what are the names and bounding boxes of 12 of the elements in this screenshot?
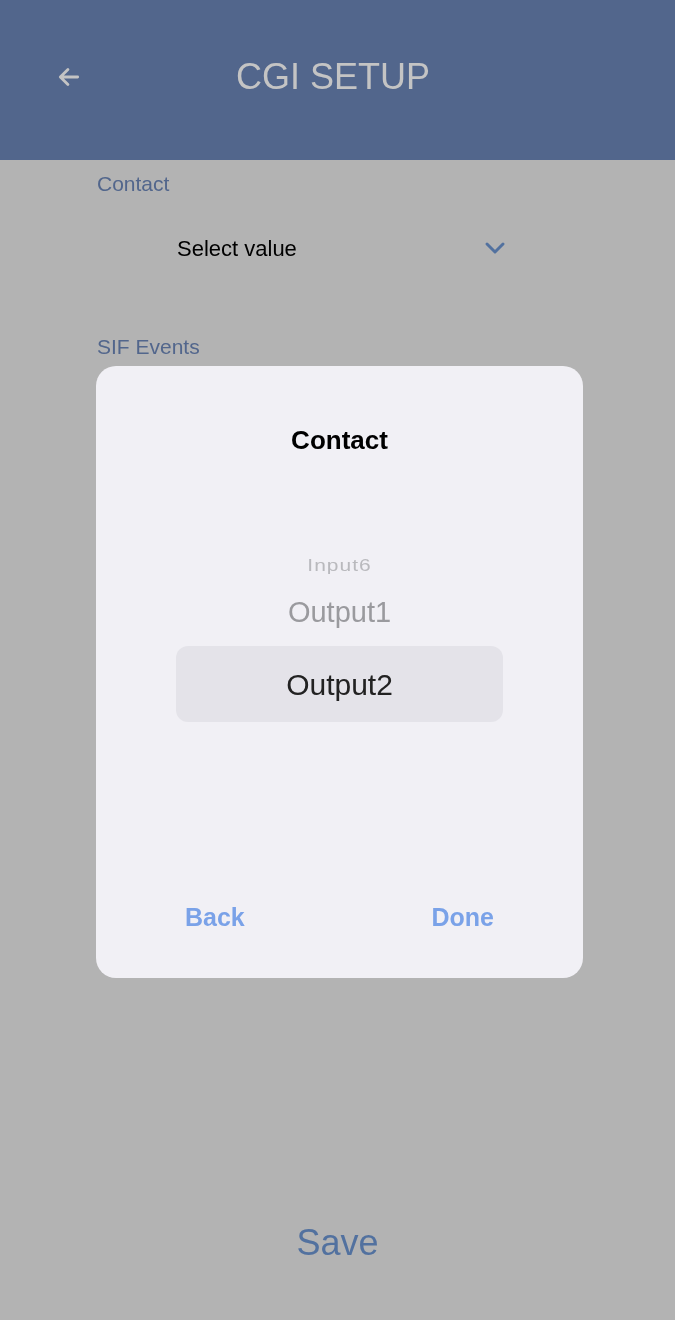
- dialog-button[interactable]: Back: [185, 898, 245, 936]
- dialog-title: Contact: [291, 424, 388, 457]
- field-label: Contact: [97, 171, 170, 197]
- picker-option[interactable]: Input6: [307, 553, 372, 577]
- picker-option[interactable]: Output1: [287, 590, 392, 636]
- picker-option[interactable]: Output2: [176, 646, 503, 722]
- dialog-button[interactable]: Done: [431, 898, 494, 936]
- contact-dropdown[interactable]: Select value: [177, 231, 507, 265]
- field-label: SIF Events: [97, 333, 200, 360]
- page-title: CGI SETUP: [236, 55, 431, 99]
- save-button[interactable]: Save: [280, 1216, 395, 1270]
- chevron-down-icon: [483, 240, 507, 256]
